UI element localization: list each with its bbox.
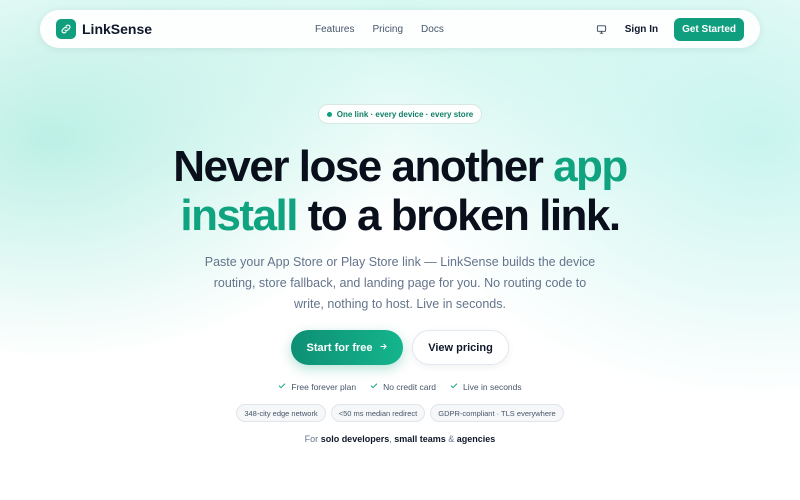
- link-icon: [56, 19, 76, 39]
- nav-right: Sign In Get Started: [595, 17, 744, 41]
- check-label: No credit card: [383, 382, 437, 392]
- badge-redirect-speed: <50 ms median redirect: [330, 404, 426, 422]
- page-title: Never lose another app install to a brok…: [0, 142, 800, 240]
- start-for-free-label: Start for free: [306, 341, 373, 354]
- brand[interactable]: LinkSense: [56, 19, 152, 39]
- audience-agencies: agencies: [456, 434, 496, 444]
- check-icon: [450, 382, 458, 392]
- audience-teams: small teams: [394, 434, 446, 444]
- check-item: Free forever plan: [278, 382, 356, 392]
- dot-icon: [326, 111, 332, 117]
- trust-badges: 348-city edge network <50 ms median redi…: [0, 404, 800, 422]
- headline-part-1: Never lose another: [173, 142, 554, 191]
- audience-solo: solo developers: [320, 434, 390, 444]
- nav-link-features[interactable]: Features: [315, 24, 354, 35]
- monitor-icon[interactable]: [595, 22, 609, 36]
- arrow-right-icon: [379, 342, 388, 354]
- start-for-free-button[interactable]: Start for free: [291, 330, 403, 365]
- nav-link-docs[interactable]: Docs: [421, 24, 444, 35]
- view-pricing-button[interactable]: View pricing: [412, 330, 509, 365]
- cta-row: Start for free View pricing: [0, 330, 800, 365]
- headline-accent-1: app: [553, 142, 628, 191]
- nav-links: Features Pricing Docs: [315, 24, 444, 35]
- badge-edge-network: 348-city edge network: [236, 404, 326, 422]
- audience-prefix: For: [304, 434, 321, 444]
- audience-sep-2: &: [445, 434, 457, 444]
- check-label: Free forever plan: [291, 382, 357, 392]
- top-nav: LinkSense Features Pricing Docs Sign In …: [40, 10, 760, 48]
- hero-subtitle: Paste your App Store or Play Store link …: [204, 255, 596, 311]
- feature-checks: Free forever plan No credit card Live in…: [0, 382, 800, 392]
- headline-accent-2: install: [180, 191, 298, 240]
- tagline-pill: One link · every device · every store: [318, 104, 482, 124]
- brand-name: LinkSense: [82, 21, 153, 37]
- check-item: Live in seconds: [450, 382, 522, 392]
- badge-gdpr: GDPR-compliant · TLS everywhere: [430, 404, 564, 422]
- nav-link-pricing[interactable]: Pricing: [372, 24, 403, 35]
- check-icon: [370, 382, 378, 392]
- headline-part-2: to a broken link.: [297, 191, 621, 240]
- tagline-text: One link · every device · every store: [336, 109, 474, 119]
- get-started-button[interactable]: Get Started: [674, 17, 744, 41]
- check-icon: [278, 382, 286, 392]
- check-label: Live in seconds: [463, 382, 522, 392]
- audience-line: For solo developers, small teams & agenc…: [0, 434, 800, 444]
- sign-in-link[interactable]: Sign In: [625, 24, 658, 35]
- check-item: No credit card: [370, 382, 436, 392]
